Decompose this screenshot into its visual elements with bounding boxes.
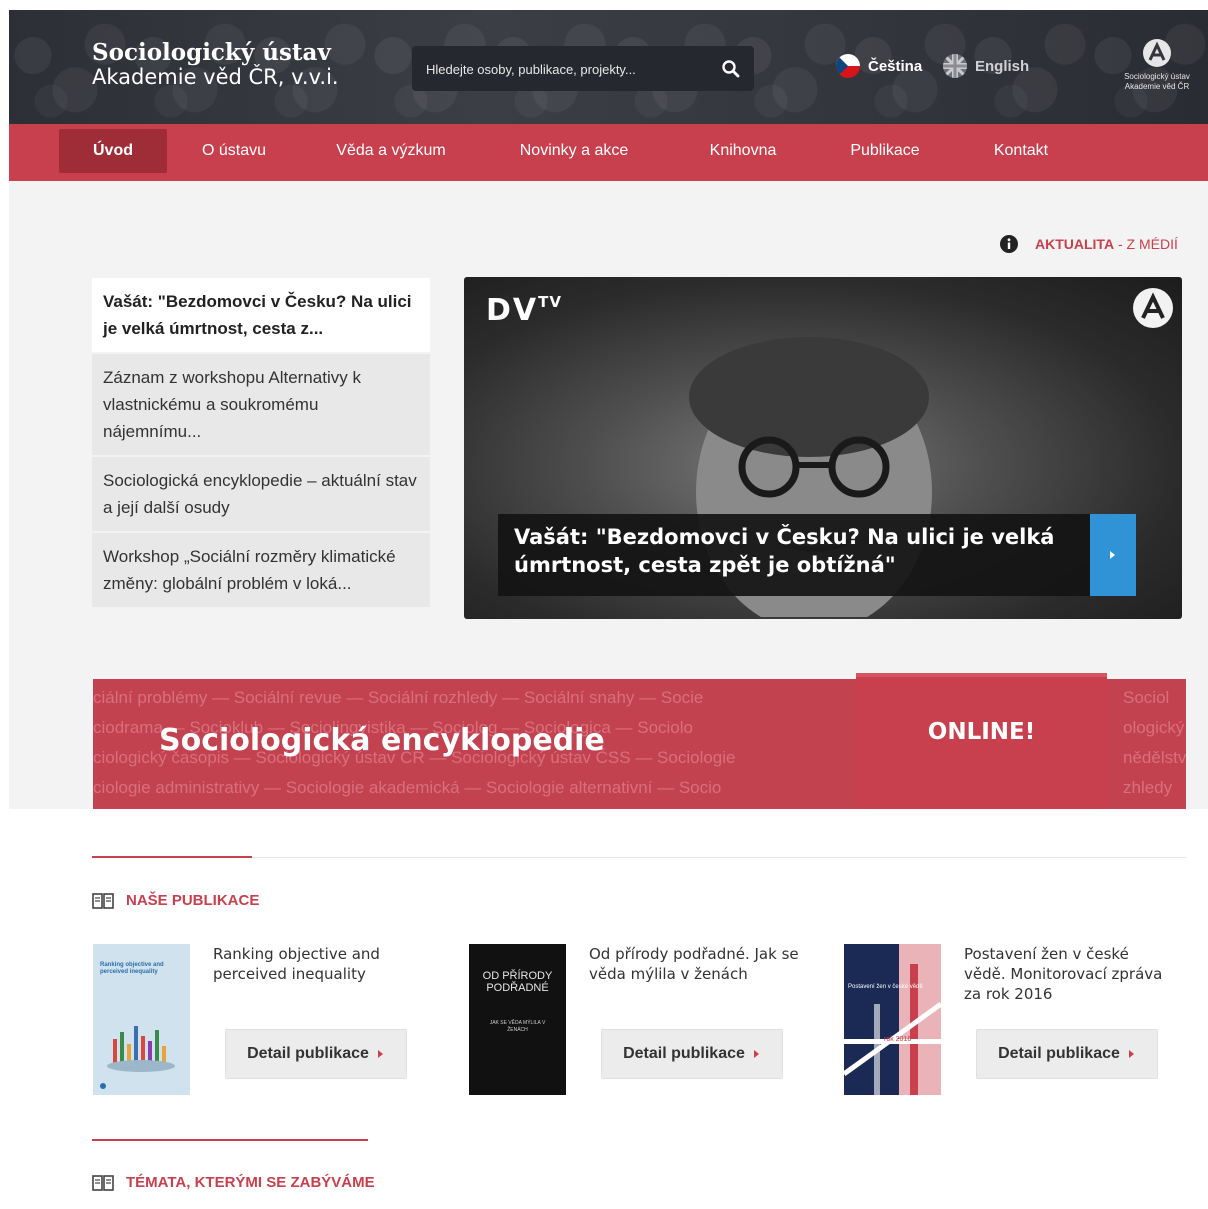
czech-flag-icon <box>836 54 860 78</box>
dvtv-brand: DV <box>486 293 539 328</box>
hero-slide[interactable]: DVTV Vašát: "Bezdomovci v Česku? Na ulic… <box>464 277 1182 619</box>
site-header: Sociologický ústav Akademie věd ČR, v.v.… <box>9 10 1208 124</box>
publication-title[interactable]: Postavení žen v české vědě. Monitorovací… <box>964 944 1174 1004</box>
divider-accent <box>92 856 252 858</box>
nav-item-veda-a-vyzkum[interactable]: Věda a výzkum <box>324 129 458 173</box>
caret-right-icon <box>377 1050 383 1058</box>
search-input[interactable] <box>426 58 706 80</box>
dvtv-logo: DVTV <box>486 293 562 328</box>
aktualita-label: AKTUALITA - Z MÉDIÍ <box>999 234 1178 254</box>
publications-heading: NAŠE PUBLIKACE <box>92 892 259 909</box>
avcr-badge-icon <box>1133 288 1173 328</box>
aktualita-type: AKTUALITA <box>1035 236 1115 252</box>
publication-detail-button[interactable]: Detail publikace <box>225 1029 407 1079</box>
publication-cover[interactable]: Ranking objective and perceived inequali… <box>93 944 190 1095</box>
news-item[interactable]: Workshop „Sociální rozměry klimatické zm… <box>92 533 430 609</box>
page: Sociologický ústav Akademie věd ČR, v.v.… <box>9 10 1208 1209</box>
nav-item-knihovna[interactable]: Knihovna <box>695 129 791 173</box>
hero-caption[interactable]: Vašát: "Bezdomovci v Česku? Na ulici je … <box>498 514 1090 596</box>
caret-right-icon <box>753 1050 759 1058</box>
banner-term-right: nědělství <box>1123 748 1186 767</box>
site-brand[interactable]: Sociologický ústav Akademie věd ČR, v.v.… <box>92 40 339 89</box>
topics-heading: TÉMATA, KTERÝMI SE ZABÝVÁME <box>92 1174 375 1191</box>
topics-heading-label: TÉMATA, KTERÝMI SE ZABÝVÁME <box>126 1174 375 1191</box>
publications-heading-label: NAŠE PUBLIKACE <box>126 892 260 909</box>
lang-english-link[interactable]: English <box>943 53 1029 79</box>
lang-czech-link[interactable]: Čeština <box>836 53 922 79</box>
brand-name: Sociologický ústav <box>92 39 331 66</box>
nav-item-publikace[interactable]: Publikace <box>837 129 933 173</box>
info-icon <box>1000 235 1018 253</box>
cover-subtitle: JAK SE VĚDA MÝLILA V ŽENÁCH <box>489 1020 546 1033</box>
news-item[interactable]: Sociologická encyklopedie – aktuální sta… <box>92 457 430 533</box>
nav-item-kontakt[interactable]: Kontakt <box>979 129 1063 173</box>
book-icon <box>92 1174 114 1191</box>
publication-detail-button[interactable]: Detail publikace <box>976 1029 1158 1079</box>
lang-english-label: English <box>975 57 1030 75</box>
aktualita-separator: - <box>1114 236 1127 252</box>
hero-next-button[interactable] <box>1090 514 1136 596</box>
divider-accent <box>92 1139 368 1141</box>
cover-title: OD PŘÍRODY PODŘADNÉ <box>482 970 553 994</box>
news-list: Vašát: "Bezdomovci v Česku? Na ulici je … <box>92 278 430 609</box>
brand-subtitle: Akademie věd ČR, v.v.i. <box>92 65 339 89</box>
caret-right-icon <box>1128 1050 1134 1058</box>
divider <box>92 857 1186 858</box>
search-box <box>412 46 754 91</box>
main-navigation: Úvod O ústavu Věda a výzkum Novinky a ak… <box>9 124 1208 181</box>
book-icon <box>92 892 114 909</box>
news-item[interactable]: Vašát: "Bezdomovci v Česku? Na ulici je … <box>92 278 430 354</box>
lang-czech-label: Čeština <box>868 57 923 75</box>
cover-title: Postavení žen v české vědě <box>848 984 923 990</box>
dvtv-brand-sup: TV <box>538 293 562 311</box>
banner-term-right: ologický <box>1123 718 1185 737</box>
nav-item-o-ustavu[interactable]: O ústavu <box>184 129 284 173</box>
banner-term-right: Sociol <box>1123 688 1170 707</box>
avcr-a-icon <box>1143 39 1171 67</box>
publication-detail-label: Detail publikace <box>998 1045 1120 1062</box>
logo-line-2: Akademie věd ČR <box>1124 82 1190 91</box>
publication-title[interactable]: Ranking objective and perceived inequali… <box>213 944 423 984</box>
publication-detail-button[interactable]: Detail publikace <box>601 1029 783 1079</box>
publication-detail-label: Detail publikace <box>623 1045 745 1062</box>
cover-illustration <box>844 944 941 1095</box>
cover-illustration <box>100 1026 175 1089</box>
uk-flag-icon <box>943 54 967 78</box>
banner-title: Sociologická encyklopedie <box>159 723 605 758</box>
avcr-logo[interactable]: Sociologický ústav Akademie věd ČR <box>1107 38 1207 92</box>
publication-cover[interactable]: Postavení žen v české vědě rok 2016 <box>844 944 941 1095</box>
search-icon[interactable] <box>720 58 742 80</box>
cover-subtitle: rok 2016 <box>884 1036 912 1043</box>
banner-term-right: zhledy <box>1123 778 1173 797</box>
nav-item-novinky-a-akce[interactable]: Novinky a akce <box>505 129 643 173</box>
publication-detail-label: Detail publikace <box>247 1045 369 1062</box>
aktualita-source[interactable]: Z MÉDIÍ <box>1127 236 1178 252</box>
chevron-right-icon <box>1110 551 1115 559</box>
publication-cover[interactable]: OD PŘÍRODY PODŘADNÉ JAK SE VĚDA MÝLILA V… <box>469 944 566 1095</box>
news-item[interactable]: Záznam z workshopu Alternativy k vlastni… <box>92 354 430 457</box>
publication-title[interactable]: Od přírody podřadné. Jak se věda mýlila … <box>589 944 799 984</box>
online-button[interactable]: ONLINE! <box>856 673 1107 809</box>
banner-term-rows-right: Sociol ologický nědělství zhledy <box>1123 683 1186 803</box>
logo-line-1: Sociologický ústav <box>1124 72 1190 81</box>
nav-item-uvod[interactable]: Úvod <box>59 129 167 173</box>
